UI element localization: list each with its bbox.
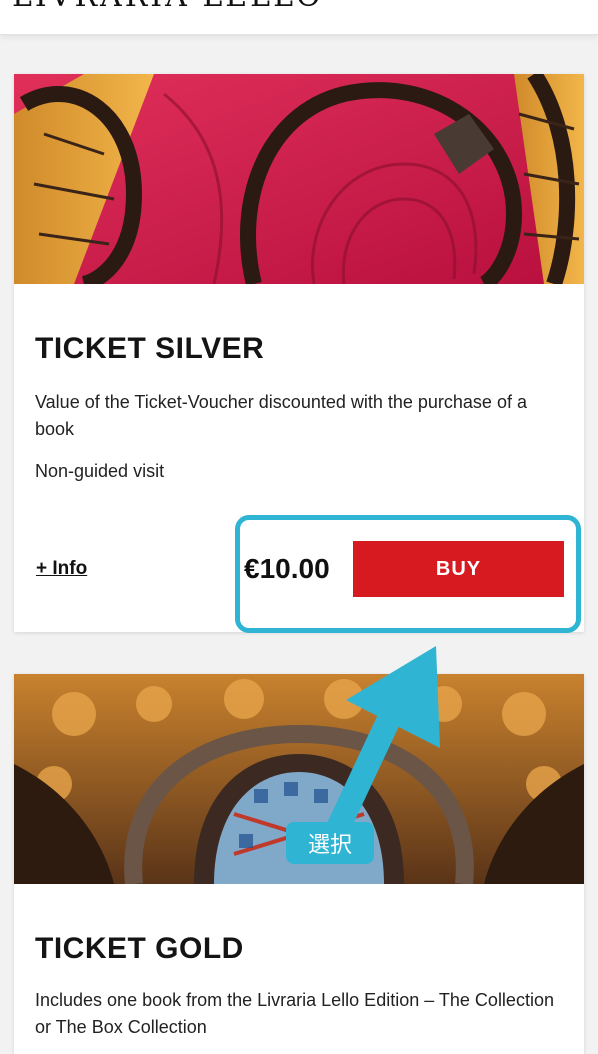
ticket-silver-visit-type: Non-guided visit	[35, 461, 165, 481]
site-logo[interactable]: LIVRARIA LELLO	[12, 0, 324, 14]
ticket-gold-title: TICKET GOLD	[35, 932, 244, 965]
ticket-gold-description: Includes one book from the Livraria Lell…	[35, 990, 554, 1037]
ticket-silver-info-link[interactable]: + Info	[36, 558, 87, 580]
ticket-card-gold: TICKET GOLD Includes one book from the L…	[14, 674, 584, 1054]
ticket-silver-title: TICKET SILVER	[35, 332, 265, 365]
buy-highlight-box	[235, 515, 581, 633]
ticket-silver-image	[14, 74, 584, 284]
ticket-silver-description: Value of the Ticket-Voucher discounted w…	[35, 392, 527, 439]
site-header: LIVRARIA LELLO	[0, 0, 598, 35]
select-annotation-badge: 選択	[286, 822, 374, 864]
